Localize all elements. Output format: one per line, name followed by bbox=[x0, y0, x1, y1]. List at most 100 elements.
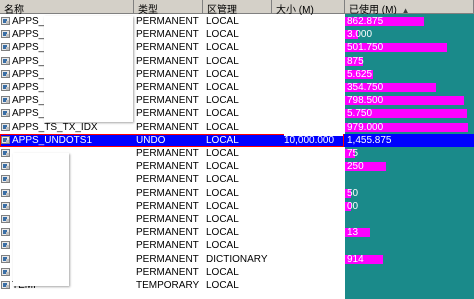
table-row[interactable]: PERMANENT LOCAL bbox=[0, 239, 474, 252]
column-header-size[interactable]: 大小 (M) bbox=[272, 0, 345, 16]
size-redaction-lower bbox=[284, 153, 343, 296]
tablespace-icon bbox=[1, 281, 10, 289]
cell-used: 501.750 bbox=[345, 41, 474, 54]
tablespace-icon bbox=[1, 201, 10, 210]
cell-extent: LOCAL bbox=[206, 240, 239, 252]
tablespace-icon bbox=[1, 96, 10, 105]
column-header-type[interactable]: 类型 bbox=[134, 0, 203, 16]
used-value bbox=[345, 279, 347, 292]
column-header-extent[interactable]: 区管理 bbox=[203, 0, 272, 16]
cell-used: 75 bbox=[345, 147, 474, 160]
used-value: 75 bbox=[347, 148, 359, 159]
table-row[interactable]: PERMANENT LOCAL 75 bbox=[0, 147, 474, 160]
cell-used bbox=[345, 173, 474, 186]
table-row[interactable]: PERMANENT LOCAL bbox=[0, 213, 474, 226]
cell-used bbox=[345, 266, 474, 279]
cell-used: 250 bbox=[345, 160, 474, 173]
column-header-name[interactable]: 名称 bbox=[0, 0, 134, 16]
tablespace-icon bbox=[1, 162, 10, 171]
used-value: 979.000 bbox=[347, 121, 384, 133]
cell-type: PERMANENT bbox=[136, 68, 199, 80]
tablespace-icon bbox=[1, 122, 10, 131]
tablespace-icon bbox=[1, 188, 10, 197]
table-row[interactable]: PERMANENT LOCAL 50 bbox=[0, 187, 474, 200]
tablespace-icon bbox=[1, 241, 10, 250]
cell-used: 914 bbox=[345, 253, 474, 266]
cell-type: PERMANENT bbox=[136, 161, 199, 173]
tablespace-icon bbox=[1, 175, 10, 184]
cell-name: APPS_UNDOTS1 bbox=[12, 134, 93, 146]
cell-extent: LOCAL bbox=[206, 187, 239, 199]
table-row[interactable]: PERMANENT LOCAL 250 bbox=[0, 160, 474, 173]
tablespace-icon bbox=[1, 109, 10, 118]
cell-used: 798.500 bbox=[345, 94, 474, 107]
cell-type: PERMANENT bbox=[136, 266, 199, 278]
cell-extent: LOCAL bbox=[206, 148, 239, 159]
used-value: 354.750 bbox=[347, 82, 384, 93]
cell-type: PERMANENT bbox=[136, 174, 199, 186]
tablespace-icon bbox=[1, 56, 10, 65]
used-value: 5.625 bbox=[347, 68, 373, 80]
cell-type: TEMPORARY bbox=[136, 280, 200, 291]
cell-extent: LOCAL bbox=[206, 16, 239, 27]
tablespace-icon bbox=[1, 267, 10, 276]
cell-extent: LOCAL bbox=[206, 161, 239, 173]
used-value: 50 bbox=[347, 187, 359, 199]
cell-extent: LOCAL bbox=[206, 82, 239, 93]
used-value bbox=[345, 213, 347, 226]
used-value: 5.750 bbox=[347, 108, 373, 120]
cell-type: PERMANENT bbox=[136, 240, 199, 252]
cell-used bbox=[345, 239, 474, 252]
cell-type: PERMANENT bbox=[136, 82, 199, 93]
used-value: 00 bbox=[347, 200, 359, 212]
used-value: 862.875 bbox=[347, 16, 384, 27]
cell-used: 3.000 bbox=[345, 28, 474, 41]
cell-extent: LOCAL bbox=[206, 95, 239, 107]
cell-type: PERMANENT bbox=[136, 253, 199, 265]
table-row[interactable]: PERMANENT LOCAL 13 bbox=[0, 226, 474, 239]
column-header-used[interactable]: 已使用 (M) ▲ bbox=[345, 0, 474, 16]
cell-type: UNDO bbox=[136, 134, 166, 146]
cell-extent: LOCAL bbox=[206, 280, 239, 291]
cell-extent: LOCAL bbox=[206, 266, 239, 278]
table-row[interactable]: PERMANENT LOCAL bbox=[0, 266, 474, 279]
cell-extent: LOCAL bbox=[206, 29, 239, 41]
cell-extent: LOCAL bbox=[206, 174, 239, 186]
cell-extent: LOCAL bbox=[206, 227, 239, 239]
table-row[interactable]: PERMANENT LOCAL bbox=[0, 173, 474, 186]
table-row[interactable]: APPS_UNDOTS1 UNDO LOCAL 10,000.000 1,455.875 bbox=[0, 133, 474, 147]
table-row[interactable]: APPS_TS_TX_IDX PERMANENT LOCAL 979.000 bbox=[0, 121, 474, 134]
used-value bbox=[345, 266, 347, 279]
cell-used: 875 bbox=[345, 55, 474, 68]
tablespace-icon bbox=[1, 83, 10, 91]
cell-extent: DICTIONARY bbox=[206, 253, 268, 265]
cell-used bbox=[345, 213, 474, 226]
table-row[interactable]: PERMANENT DICTIONARY 914 bbox=[0, 253, 474, 266]
size-redaction-upper bbox=[284, 16, 343, 136]
tablespace-icon bbox=[1, 135, 10, 144]
tablespace-icon bbox=[1, 43, 10, 52]
cell-used: 354.750 bbox=[345, 81, 474, 94]
cell-extent: LOCAL bbox=[206, 108, 239, 120]
used-value bbox=[345, 239, 347, 252]
used-value: 501.750 bbox=[347, 42, 384, 54]
tablespace-icon bbox=[1, 228, 10, 237]
table-row[interactable]: TEMPTEMPORARYLOCAL bbox=[0, 279, 474, 292]
cell-used: 1,455.875 bbox=[345, 134, 474, 147]
cell-extent: LOCAL bbox=[206, 134, 239, 146]
tablespace-icon bbox=[1, 254, 10, 263]
tablespace-icon bbox=[1, 17, 10, 25]
table-row[interactable]: PERMANENT LOCAL 00 bbox=[0, 200, 474, 213]
cell-extent: LOCAL bbox=[206, 68, 239, 80]
cell-used: 13 bbox=[345, 226, 474, 239]
cell-used: 5.750 bbox=[345, 107, 474, 120]
tablespace-icon bbox=[1, 149, 10, 157]
name-redaction-upper bbox=[44, 16, 133, 122]
used-value: 250 bbox=[347, 161, 364, 173]
used-value: 1,455.875 bbox=[347, 134, 392, 146]
used-value bbox=[345, 173, 347, 186]
cell-type: PERMANENT bbox=[136, 148, 199, 159]
name-redaction-lower bbox=[13, 153, 69, 286]
cell-used: 862.875 bbox=[345, 15, 474, 28]
cell-used: 00 bbox=[345, 200, 474, 213]
